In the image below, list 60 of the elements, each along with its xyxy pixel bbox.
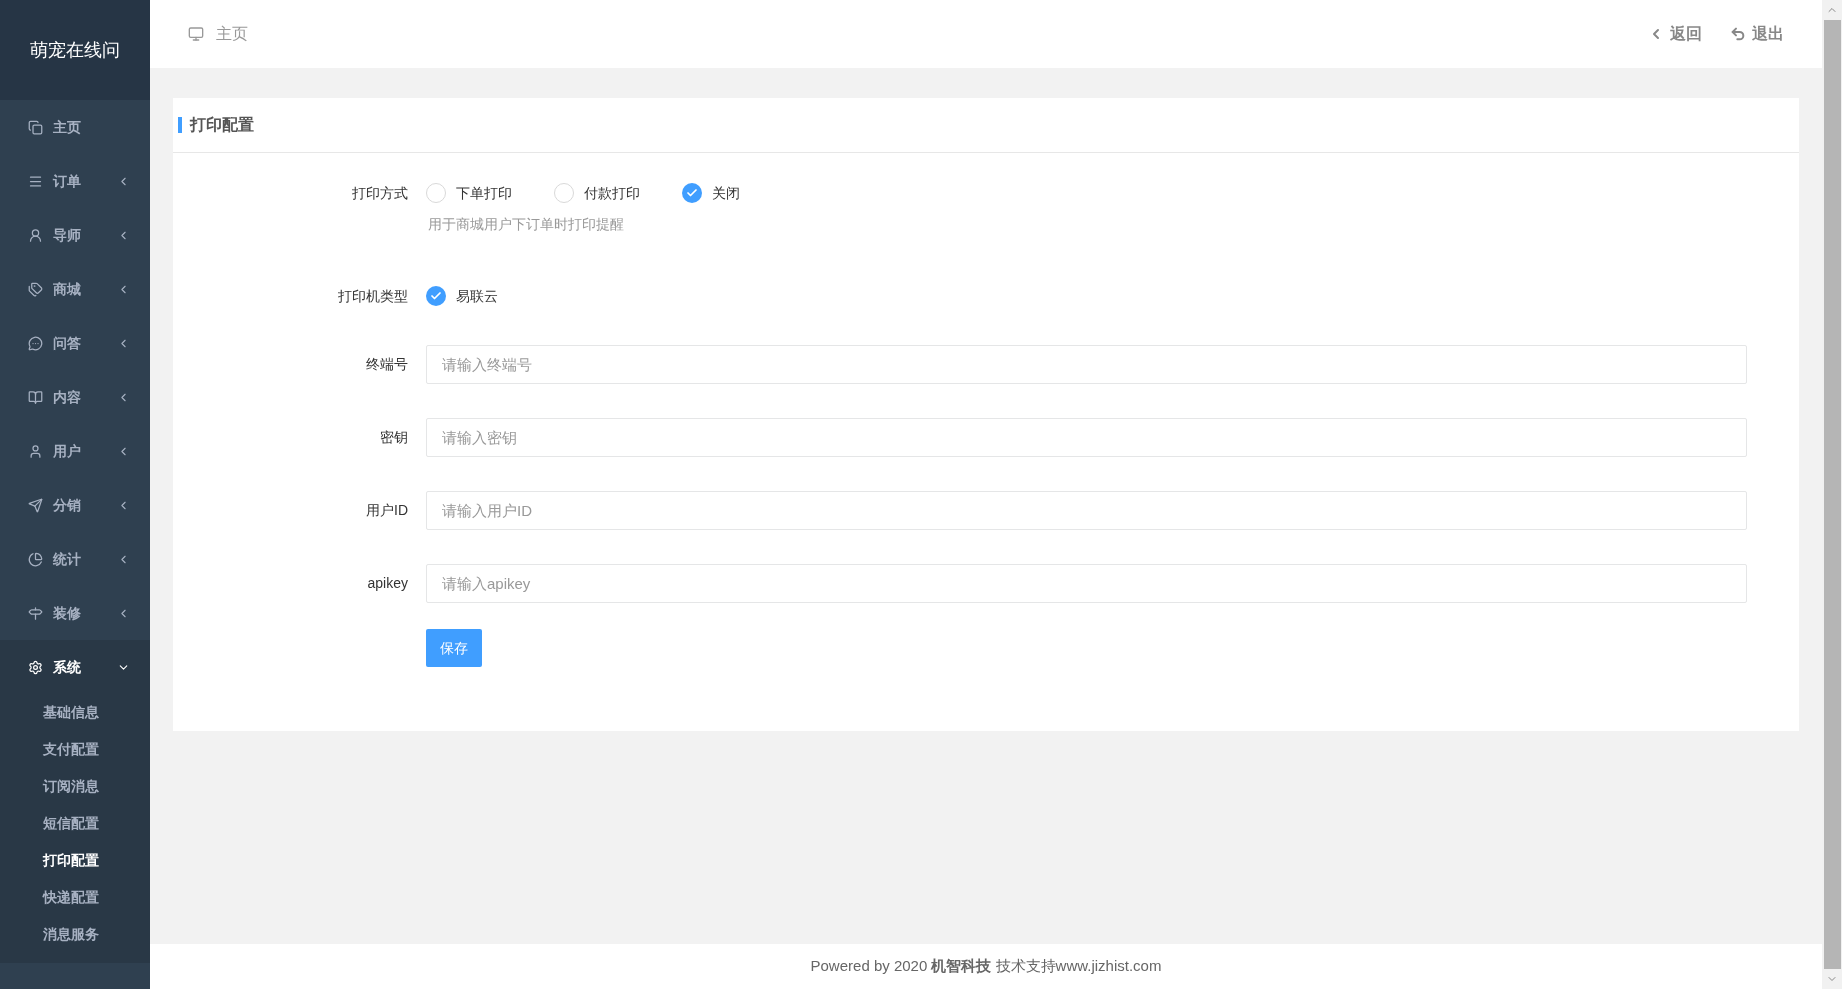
radio-option[interactable]: 下单打印	[426, 182, 512, 204]
footer-text: Powered by 2020 机智科技 技术支持www.jizhist.com	[150, 944, 1822, 989]
monitor-icon	[188, 26, 204, 42]
check-icon	[686, 187, 698, 199]
breadcrumb[interactable]: 主页	[216, 22, 1620, 46]
sidebar-item[interactable]: 问答	[0, 316, 150, 370]
card-title: 打印配置	[190, 115, 254, 135]
radio-option[interactable]: 关闭	[682, 182, 740, 204]
radio-button[interactable]	[426, 183, 446, 203]
sidebar-item[interactable]: 导师	[0, 208, 150, 262]
title-accent-bar	[178, 117, 182, 133]
settings-icon	[28, 659, 43, 675]
sidebar-item[interactable]: 用户	[0, 424, 150, 478]
app-logo-text: 萌宠在线问	[30, 38, 120, 62]
sidebar-item[interactable]: 主页	[0, 100, 150, 154]
pie-chart-icon	[28, 551, 43, 567]
submenu-item[interactable]: 支付配置	[0, 731, 150, 768]
user-icon	[28, 227, 43, 243]
help-text: 用于商城用户下订单时打印提醒	[427, 215, 625, 234]
field-label: apikey	[366, 574, 409, 593]
chat-bubble-icon	[28, 335, 43, 351]
header-link[interactable]: 退出	[1730, 22, 1784, 46]
submenu-item[interactable]: 短信配置	[0, 805, 150, 842]
reply-icon	[1730, 26, 1746, 42]
field-label: 终端号	[365, 355, 409, 374]
radio-option[interactable]: 易联云	[426, 285, 498, 307]
signpost-icon	[28, 605, 43, 621]
input-field[interactable]: 请输入密钥	[426, 418, 1747, 457]
copy-icon	[28, 119, 43, 135]
sidebar-item[interactable]: 订单	[0, 154, 150, 208]
input-field[interactable]: 请输入apikey	[426, 564, 1747, 603]
field-label: 打印方式	[351, 184, 409, 203]
header-link[interactable]: 返回	[1648, 22, 1702, 46]
list-icon	[28, 173, 43, 189]
sidebar-item[interactable]: 商城	[0, 262, 150, 316]
submenu-item[interactable]: 快递配置	[0, 879, 150, 916]
field-label: 打印机类型	[337, 287, 409, 306]
tag-icon	[28, 281, 43, 297]
paper-plane-icon	[28, 497, 43, 513]
sidebar-item[interactable]: 系统	[0, 640, 150, 694]
sidebar-item[interactable]: 内容	[0, 370, 150, 424]
field-label: 密钥	[379, 428, 409, 447]
input-field[interactable]: 请输入终端号	[426, 345, 1747, 384]
submenu-item[interactable]: 订阅消息	[0, 768, 150, 805]
radio-option[interactable]: 付款打印	[554, 182, 640, 204]
sidebar-item[interactable]: 统计	[0, 532, 150, 586]
check-icon	[430, 290, 442, 302]
radio-button[interactable]	[682, 183, 702, 203]
sidebar-item[interactable]: 分销	[0, 478, 150, 532]
sidebar-item[interactable]: 装修	[0, 586, 150, 640]
book-icon	[28, 389, 43, 405]
radio-button[interactable]	[426, 286, 446, 306]
submenu-item[interactable]: 基础信息	[0, 694, 150, 731]
save-button[interactable]: 保存	[426, 629, 482, 667]
submenu-item[interactable]: 消息服务	[0, 916, 150, 953]
submenu-item[interactable]: 打印配置	[0, 842, 150, 879]
field-label: 用户ID	[365, 501, 409, 520]
user-icon	[28, 443, 43, 459]
radio-button[interactable]	[554, 183, 574, 203]
input-field[interactable]: 请输入用户ID	[426, 491, 1747, 530]
